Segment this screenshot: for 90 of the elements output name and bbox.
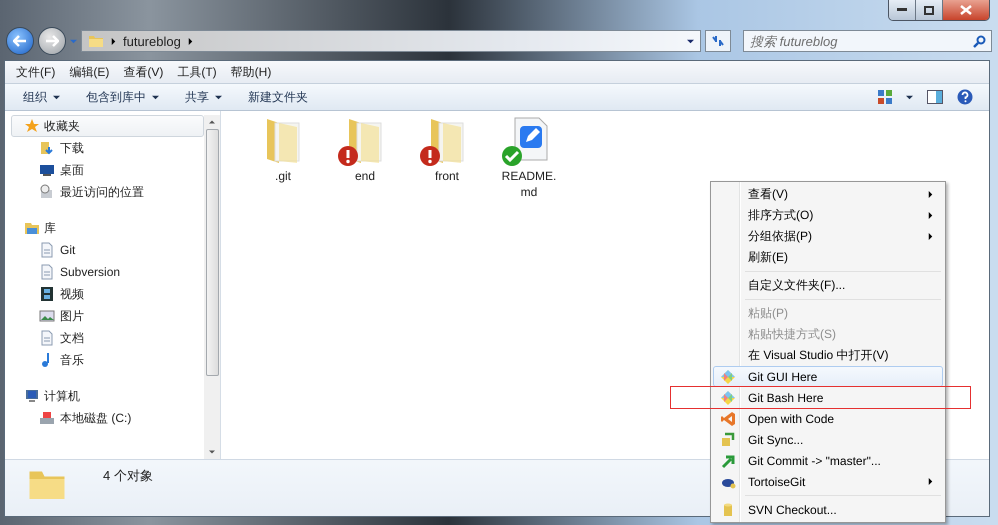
document-icon xyxy=(39,264,55,280)
view-options-icon[interactable] xyxy=(878,90,892,104)
context-menu-item[interactable]: Open with Code xyxy=(713,408,943,429)
caret-icon xyxy=(215,94,222,100)
scroll-up-icon xyxy=(209,119,215,125)
markdown-file-icon xyxy=(513,117,549,161)
sidebar-item[interactable]: Subversion xyxy=(11,261,204,283)
caret-icon xyxy=(53,94,60,100)
document-icon xyxy=(39,330,55,346)
file-name[interactable]: front xyxy=(434,168,459,184)
scrollbar[interactable] xyxy=(204,115,220,459)
menu-item[interactable]: 文件(F) xyxy=(11,62,60,82)
context-menu-item[interactable]: Git Bash Here xyxy=(713,387,943,408)
toolbar-button[interactable]: 包含到库中 xyxy=(84,86,161,108)
toolbar-button[interactable]: 共享 xyxy=(183,86,224,108)
menu-item[interactable]: 编辑(E) xyxy=(64,62,114,82)
context-menu-item[interactable]: Git Commit -> "master"... xyxy=(713,450,943,471)
chevron-icon xyxy=(186,38,194,44)
film-icon xyxy=(39,286,55,302)
sidebar-item[interactable]: 桌面 xyxy=(11,159,204,181)
minimize-button[interactable] xyxy=(889,0,915,20)
file-name[interactable]: .git xyxy=(274,168,291,184)
library-icon xyxy=(24,220,40,236)
forward-button[interactable] xyxy=(38,27,66,55)
help-icon[interactable] xyxy=(957,89,973,105)
sidebar-item[interactable]: Git xyxy=(11,239,204,261)
sidebar-item[interactable]: 文档 xyxy=(11,327,204,349)
caret-icon xyxy=(906,94,913,100)
breadcrumb[interactable]: futureblog xyxy=(123,34,181,48)
context-menu-item[interactable]: SVN Checkout... xyxy=(713,499,943,520)
sidebar-group[interactable]: 库 xyxy=(11,217,204,239)
item-count: 4 个对象 xyxy=(103,467,153,485)
close-icon xyxy=(960,5,972,15)
context-menu-item[interactable]: 排序方式(O) xyxy=(713,205,943,226)
close-button[interactable] xyxy=(942,0,989,20)
submenu-arrow-icon xyxy=(927,233,934,240)
picture-icon xyxy=(39,308,55,324)
maximize-button[interactable] xyxy=(915,0,942,20)
file-name[interactable]: README. md xyxy=(502,168,556,200)
menu-item[interactable]: 帮助(H) xyxy=(226,62,276,82)
desktop-icon xyxy=(39,162,55,178)
search-field[interactable]: 搜索 futureblog xyxy=(743,30,992,52)
scroll-down-icon xyxy=(209,449,215,455)
context-menu-item[interactable]: 分组依据(P) xyxy=(713,226,943,247)
sidebar-item[interactable]: 下载 xyxy=(11,137,204,159)
menu-item[interactable]: 查看(V) xyxy=(118,62,168,82)
star-icon xyxy=(24,118,40,134)
sidebar-group[interactable]: 计算机 xyxy=(11,385,204,407)
drive-icon xyxy=(39,410,55,426)
diamond-icon xyxy=(720,368,736,384)
submenu-arrow-icon xyxy=(927,478,934,485)
address-bar[interactable]: futureblog xyxy=(81,30,701,52)
context-menu-item[interactable]: Git GUI Here xyxy=(713,366,943,387)
minimize-icon xyxy=(897,8,907,12)
dropdown-icon xyxy=(687,38,694,44)
sidebar-item[interactable]: 本地磁盘 (C:) xyxy=(11,407,204,429)
context-menu-item[interactable]: 在 Visual Studio 中打开(V) xyxy=(713,345,943,366)
document-icon xyxy=(39,242,55,258)
search-icon xyxy=(973,35,986,48)
context-menu-item[interactable]: TortoiseGit xyxy=(713,471,943,492)
caret-icon xyxy=(152,94,159,100)
context-menu-item[interactable]: 自定义文件夹(F)... xyxy=(713,275,943,296)
context-menu-item[interactable]: Git Sync... xyxy=(713,429,943,450)
sidebar-item[interactable]: 最近访问的位置 xyxy=(11,181,204,203)
back-arrow-icon xyxy=(13,35,27,47)
refresh-button[interactable] xyxy=(705,30,731,52)
forward-arrow-icon xyxy=(45,35,59,47)
preview-pane-icon[interactable] xyxy=(927,90,943,104)
chevron-icon xyxy=(110,38,117,44)
maximize-icon xyxy=(924,6,934,14)
submenu-arrow-icon xyxy=(927,191,934,198)
sidebar-item[interactable]: 图片 xyxy=(11,305,204,327)
download-folder-icon xyxy=(39,140,55,156)
sidebar-item[interactable]: 音乐 xyxy=(11,349,204,371)
submenu-arrow-icon xyxy=(927,212,934,219)
arrow-icon xyxy=(720,452,736,468)
folder-icon xyxy=(88,33,104,49)
computer-icon xyxy=(24,388,40,404)
sidebar-item[interactable]: 视频 xyxy=(11,283,204,305)
history-dropdown-icon xyxy=(70,38,77,44)
sidebar-group[interactable]: 收藏夹 xyxy=(11,115,204,137)
context-menu-item[interactable]: 刷新(E) xyxy=(713,247,943,268)
back-button[interactable] xyxy=(6,27,34,55)
diamond-icon xyxy=(720,390,736,406)
context-menu-item[interactable]: 查看(V) xyxy=(713,184,943,205)
chevron-logo-icon xyxy=(720,410,736,426)
file-name[interactable]: end xyxy=(354,168,376,184)
toolbar-button[interactable]: 组织 xyxy=(21,86,62,108)
menu-item[interactable]: 工具(T) xyxy=(172,62,222,82)
toolbar-button[interactable]: 新建文件夹 xyxy=(246,86,310,108)
